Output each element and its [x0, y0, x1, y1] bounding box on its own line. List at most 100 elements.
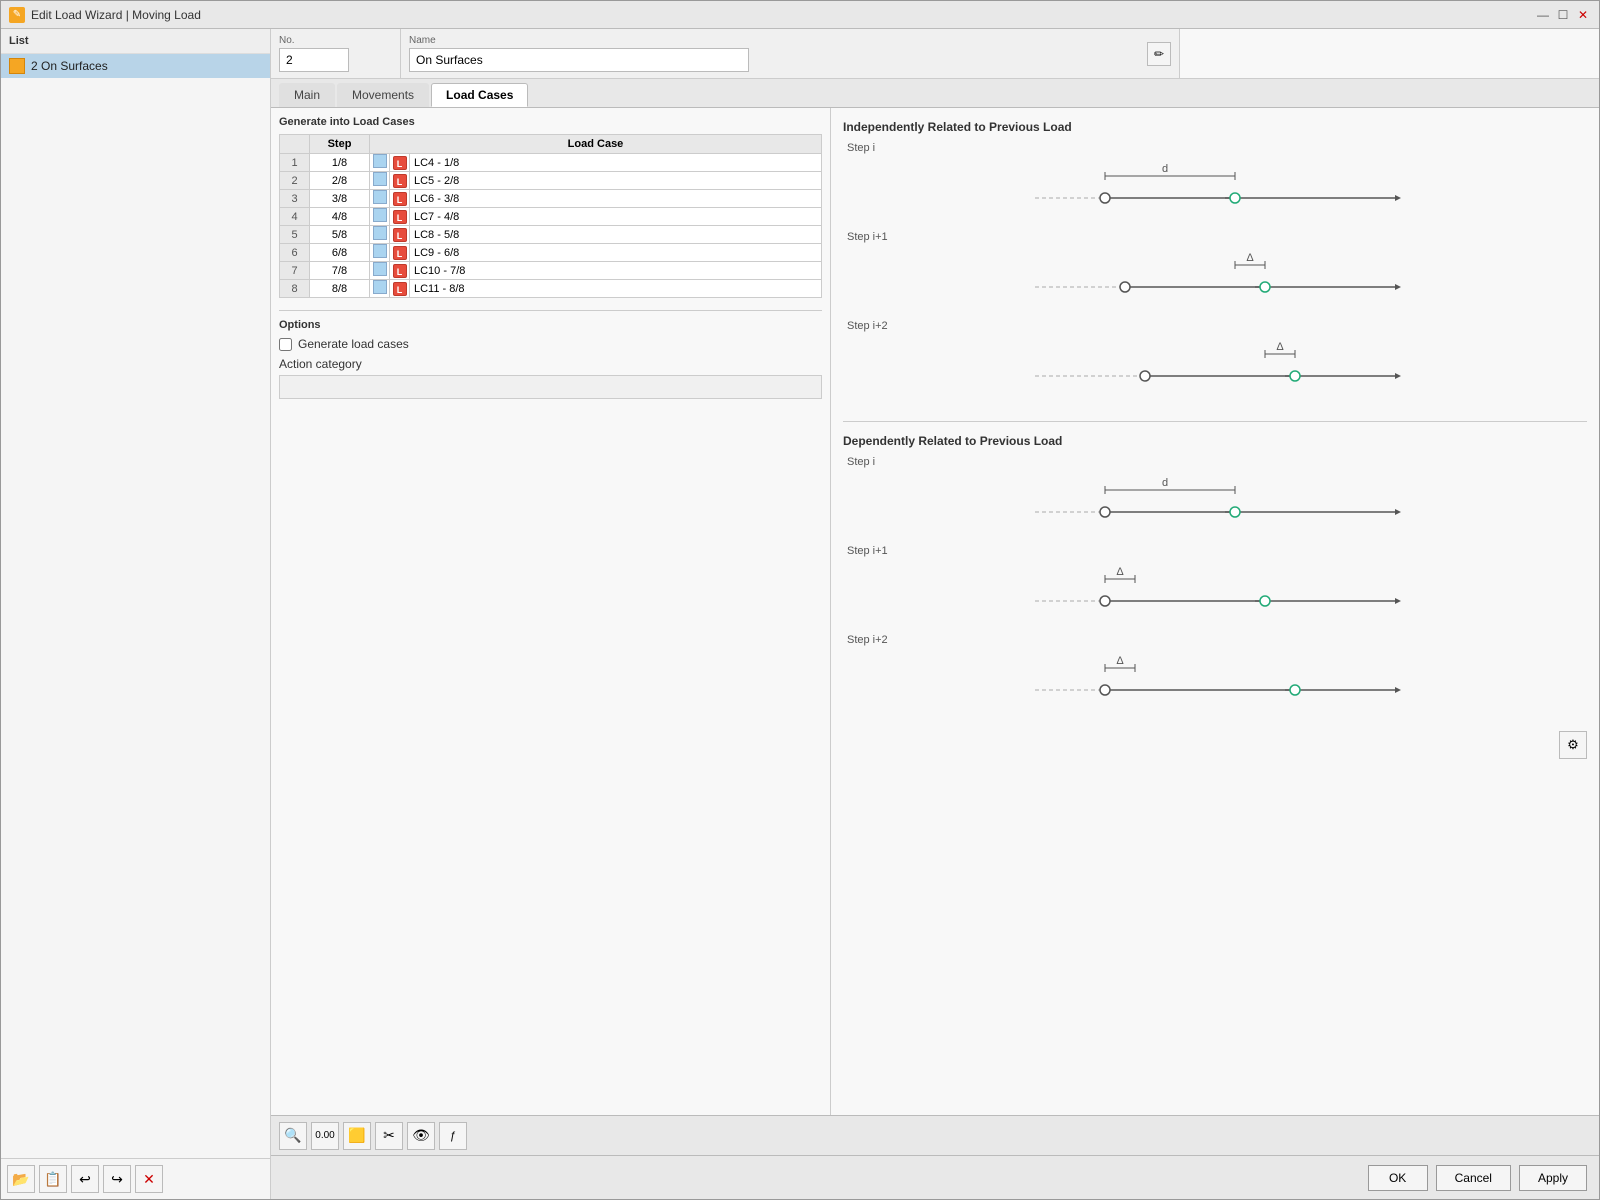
toolbar-func-btn[interactable]: ƒ: [439, 1122, 467, 1150]
lc-color-cell: L: [390, 244, 410, 262]
lc-color-cell: L: [390, 226, 410, 244]
lc-name-cell: LC8 - 5/8: [410, 226, 822, 244]
no-input[interactable]: [279, 48, 349, 72]
sidebar-redo-btn[interactable]: ↪: [103, 1165, 131, 1193]
table-row: 5 5/8 L LC8 - 5/8: [280, 226, 822, 244]
step-cell: 6/8: [310, 244, 370, 262]
step-cell: 3/8: [310, 190, 370, 208]
tab-load-cases[interactable]: Load Cases: [431, 83, 528, 107]
data-panel: Generate into Load Cases Step Load Case: [271, 108, 831, 1115]
row-num: 8: [280, 280, 310, 298]
sidebar: List 2 On Surfaces 📂 📋 ↩ ↪ ✕: [1, 29, 271, 1199]
toolbar-cut-btn[interactable]: ✂: [375, 1122, 403, 1150]
diagram-settings-btn[interactable]: ⚙: [1559, 731, 1587, 759]
lc-name-cell: LC9 - 6/8: [410, 244, 822, 262]
table-row: 6 6/8 L LC9 - 6/8: [280, 244, 822, 262]
generate-option-row: Generate load cases: [279, 337, 822, 351]
dep-step-i1-diagram: Δ: [843, 561, 1587, 631]
action-category-input[interactable]: [279, 375, 822, 399]
dep-step-i2-label: Step i+2: [847, 634, 1587, 646]
window-title: Edit Load Wizard | Moving Load: [31, 8, 201, 22]
sidebar-add-btn[interactable]: 📂: [7, 1165, 35, 1193]
row-num: 6: [280, 244, 310, 262]
svg-text:Δ: Δ: [1246, 252, 1254, 264]
step-i-diagram: d: [843, 158, 1587, 228]
dep-step-i2-diagram: Δ: [843, 650, 1587, 720]
options-section: Options Generate load cases Action categ…: [279, 310, 822, 399]
step-cell: 7/8: [310, 262, 370, 280]
lc-swatch-cell: [370, 226, 390, 244]
lc-name-cell: LC5 - 2/8: [410, 172, 822, 190]
minimize-button[interactable]: —: [1535, 7, 1551, 23]
name-label: Name: [409, 35, 1143, 46]
generate-checkbox[interactable]: [279, 338, 292, 351]
toolbar-color-btn[interactable]: 🟨: [343, 1122, 371, 1150]
lc-swatch-cell: [370, 172, 390, 190]
lc-name-cell: LC11 - 8/8: [410, 280, 822, 298]
svg-text:d: d: [1162, 163, 1168, 175]
tabs-bar: Main Movements Load Cases: [271, 79, 1599, 108]
section-divider: [843, 421, 1587, 422]
generate-label: Generate load cases: [298, 337, 409, 351]
step-cell: 8/8: [310, 280, 370, 298]
sidebar-footer: 📂 📋 ↩ ↪ ✕: [1, 1158, 270, 1199]
sidebar-header: List: [1, 29, 270, 54]
ok-button[interactable]: OK: [1368, 1165, 1428, 1191]
sidebar-undo-btn[interactable]: ↩: [71, 1165, 99, 1193]
no-label: No.: [279, 35, 392, 46]
table-row: 8 8/8 L LC11 - 8/8: [280, 280, 822, 298]
sidebar-item-icon: [9, 58, 25, 74]
sidebar-item-0[interactable]: 2 On Surfaces: [1, 54, 270, 78]
name-input[interactable]: [409, 48, 749, 72]
dialog-footer: OK Cancel Apply: [271, 1155, 1599, 1199]
bottom-toolbar: 🔍 0.00 🟨 ✂ 👁 ƒ: [271, 1115, 1599, 1155]
svg-text:d: d: [1162, 477, 1168, 489]
independent-title: Independently Related to Previous Load: [843, 120, 1587, 134]
diagram-panel: Independently Related to Previous Load S…: [831, 108, 1599, 1115]
name-section: Name ✏: [401, 29, 1179, 78]
sidebar-delete-btn[interactable]: ✕: [135, 1165, 163, 1193]
title-bar-controls: — ☐ ✕: [1535, 7, 1591, 23]
toolbar-value-btn[interactable]: 0.00: [311, 1122, 339, 1150]
toolbar-view-btn[interactable]: 👁: [407, 1122, 435, 1150]
lc-color-cell: L: [390, 190, 410, 208]
table-row: 4 4/8 L LC7 - 4/8: [280, 208, 822, 226]
step-i2-label: Step i+2: [847, 320, 1587, 332]
step-cell: 2/8: [310, 172, 370, 190]
sidebar-copy-btn[interactable]: 📋: [39, 1165, 67, 1193]
lc-swatch-cell: [370, 208, 390, 226]
cancel-button[interactable]: Cancel: [1436, 1165, 1511, 1191]
col-num-header: [280, 135, 310, 154]
lc-color-cell: L: [390, 208, 410, 226]
main-content: List 2 On Surfaces 📂 📋 ↩ ↪ ✕ No.: [1, 29, 1599, 1199]
tab-main[interactable]: Main: [279, 83, 335, 107]
generate-title: Generate into Load Cases: [279, 116, 822, 128]
edit-name-button[interactable]: ✏: [1147, 42, 1171, 66]
lc-color-cell: L: [390, 154, 410, 172]
table-row: 3 3/8 L LC6 - 3/8: [280, 190, 822, 208]
title-bar-left: ✎ Edit Load Wizard | Moving Load: [9, 7, 201, 23]
table-row: 7 7/8 L LC10 - 7/8: [280, 262, 822, 280]
panel-header-row: No. Name ✏: [271, 29, 1599, 79]
step-i-label: Step i: [847, 142, 1587, 154]
svg-text:Δ: Δ: [1276, 341, 1284, 353]
svg-text:Δ: Δ: [1116, 566, 1124, 578]
options-title: Options: [279, 319, 822, 331]
lc-name-cell: LC4 - 1/8: [410, 154, 822, 172]
lc-color-cell: L: [390, 172, 410, 190]
apply-button[interactable]: Apply: [1519, 1165, 1587, 1191]
title-bar: ✎ Edit Load Wizard | Moving Load — ☐ ✕: [1, 1, 1599, 29]
step-cell: 4/8: [310, 208, 370, 226]
row-num: 5: [280, 226, 310, 244]
maximize-button[interactable]: ☐: [1555, 7, 1571, 23]
toolbar-search-btn[interactable]: 🔍: [279, 1122, 307, 1150]
lc-color-cell: L: [390, 262, 410, 280]
row-num: 3: [280, 190, 310, 208]
action-category-label: Action category: [279, 357, 822, 371]
content-area: Generate into Load Cases Step Load Case: [271, 108, 1599, 1115]
dep-step-i-diagram: d: [843, 472, 1587, 542]
close-button[interactable]: ✕: [1575, 7, 1591, 23]
lc-name-cell: LC6 - 3/8: [410, 190, 822, 208]
row-num: 1: [280, 154, 310, 172]
tab-movements[interactable]: Movements: [337, 83, 429, 107]
